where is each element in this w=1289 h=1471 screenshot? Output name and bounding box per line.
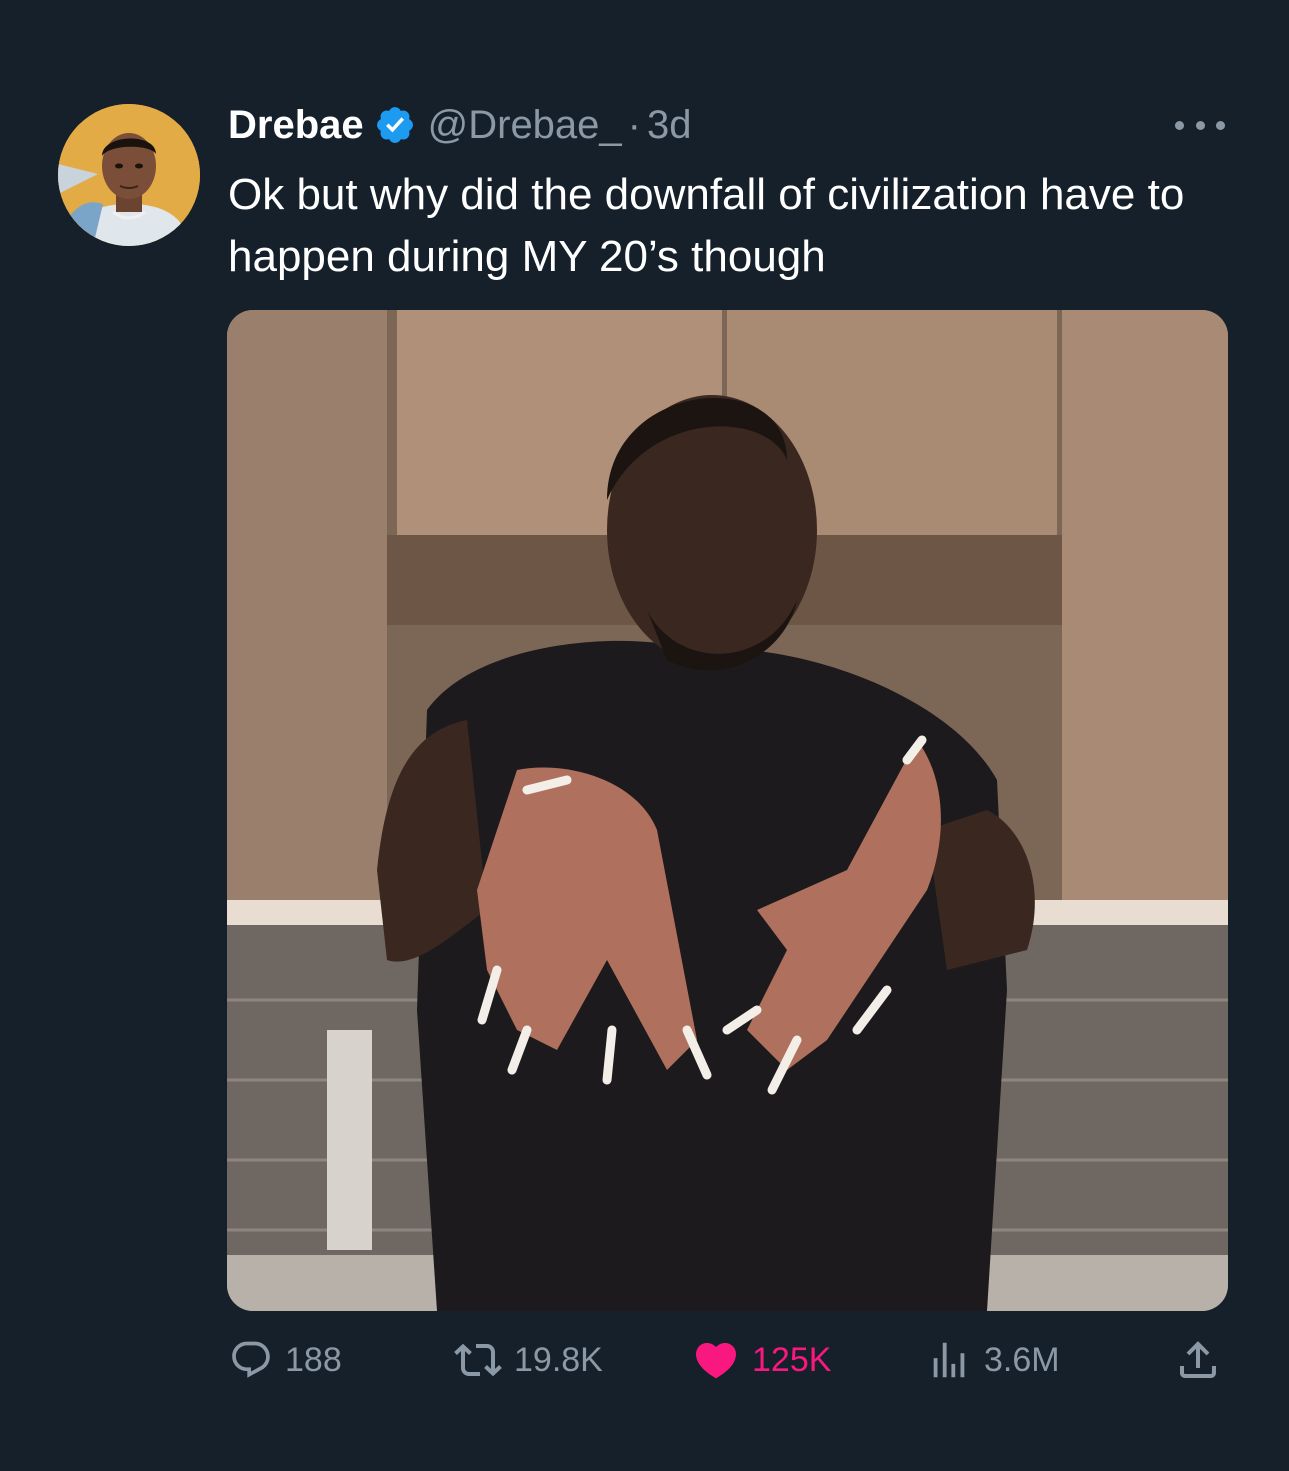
tweet-header: Drebae @Drebae_ · 3d bbox=[228, 100, 692, 150]
views-count: 3.6M bbox=[984, 1340, 1060, 1379]
retweet-icon bbox=[454, 1343, 502, 1377]
heart-icon bbox=[695, 1343, 737, 1379]
views-icon bbox=[933, 1342, 965, 1378]
author-avatar[interactable] bbox=[58, 104, 200, 246]
more-dot bbox=[1216, 120, 1225, 130]
views-button[interactable]: 3.6M bbox=[926, 1330, 1060, 1390]
more-options-icon[interactable] bbox=[1175, 112, 1225, 138]
tweet-text: Ok but why did the downfall of civilizat… bbox=[228, 170, 1185, 281]
verified-badge-icon[interactable] bbox=[374, 104, 416, 146]
reply-button[interactable]: 188 bbox=[229, 1330, 342, 1390]
photo-image bbox=[227, 310, 1228, 1311]
header-separator: · bbox=[627, 102, 641, 147]
share-button[interactable] bbox=[1174, 1330, 1222, 1390]
author-display-name[interactable]: Drebae bbox=[228, 103, 364, 148]
reply-icon bbox=[232, 1341, 270, 1378]
reply-count: 188 bbox=[285, 1340, 342, 1379]
tweet-card: Drebae @Drebae_ · 3d Ok but why did the … bbox=[0, 0, 1289, 1471]
like-count: 125K bbox=[752, 1340, 832, 1379]
tweet-media-photo[interactable] bbox=[227, 310, 1228, 1311]
like-button[interactable]: 125K bbox=[692, 1330, 831, 1390]
more-dot bbox=[1195, 120, 1205, 130]
avatar-photo bbox=[58, 104, 200, 246]
author-handle[interactable]: @Drebae_ bbox=[428, 103, 622, 148]
more-dot bbox=[1175, 120, 1184, 130]
tweet-action-bar: 188 19.8K 125K 3.6M bbox=[0, 1330, 1289, 1390]
tweet-timestamp[interactable]: 3d bbox=[647, 103, 692, 148]
retweet-button[interactable]: 19.8K bbox=[454, 1330, 603, 1390]
share-icon bbox=[1180, 1341, 1216, 1378]
retweet-count: 19.8K bbox=[514, 1340, 603, 1379]
